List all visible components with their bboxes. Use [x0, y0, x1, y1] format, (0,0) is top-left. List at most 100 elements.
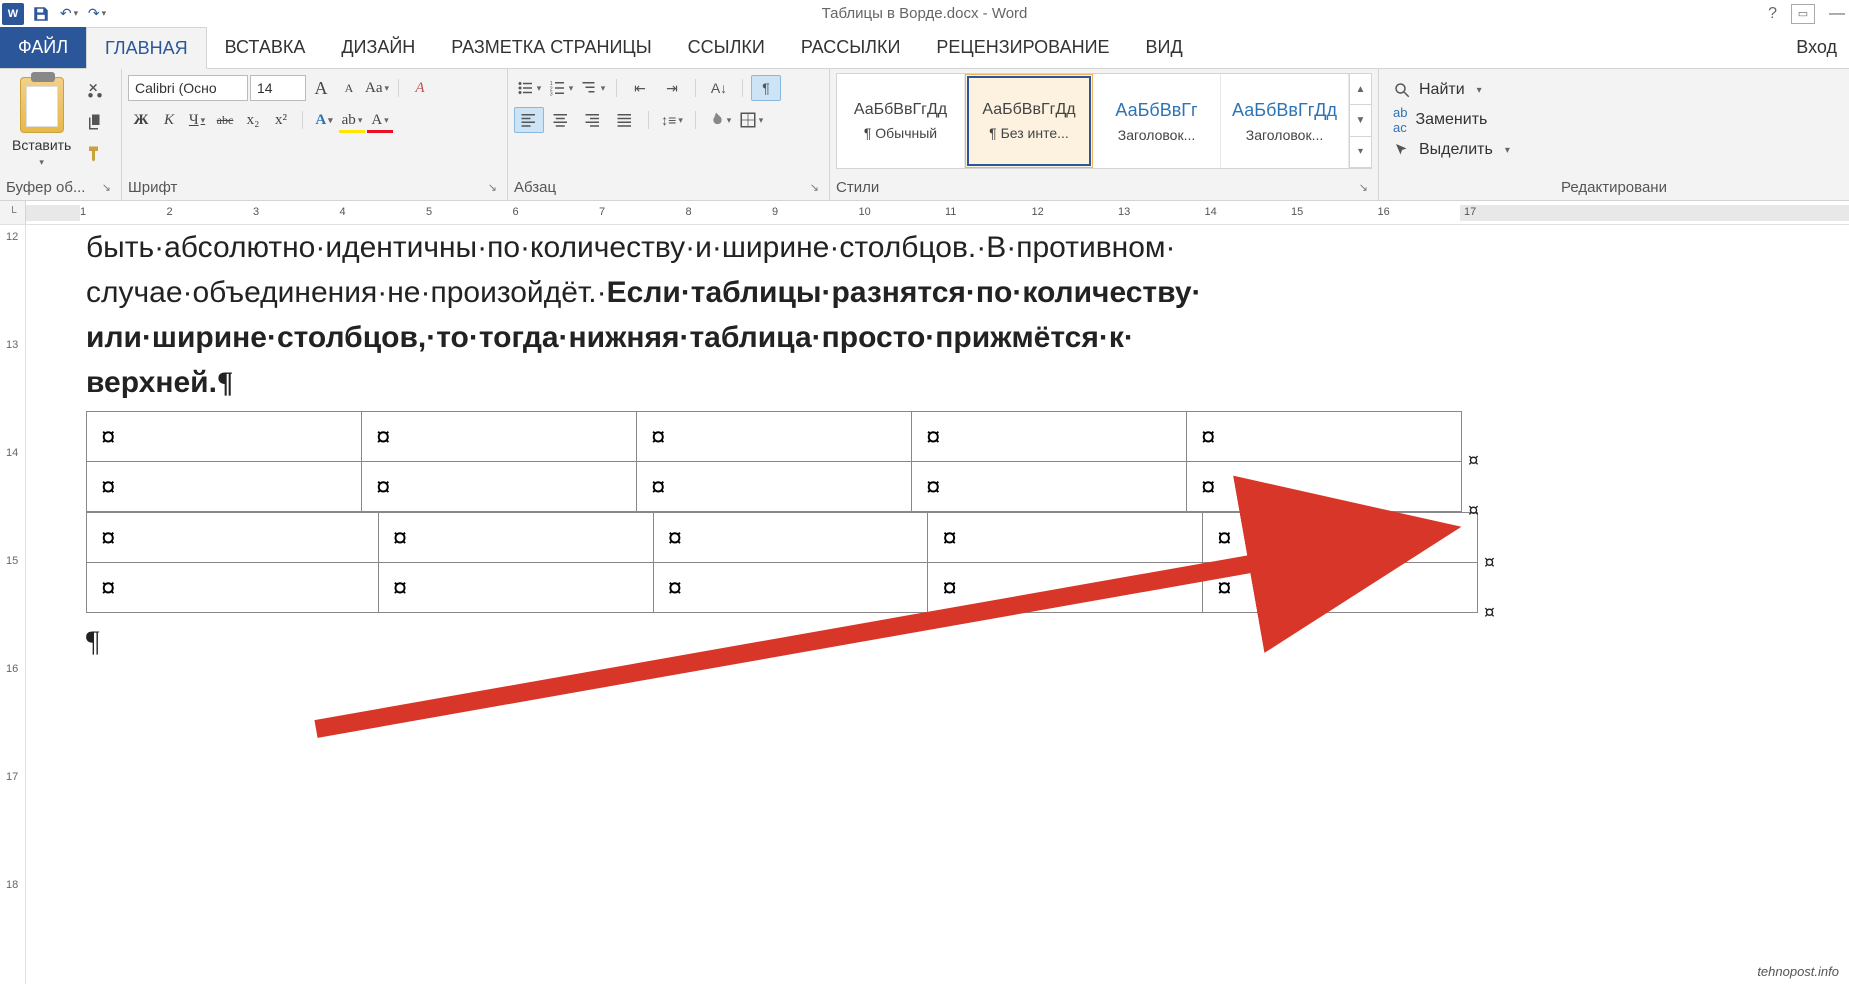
- save-icon[interactable]: [30, 3, 52, 25]
- table-cell[interactable]: ¤: [1187, 412, 1462, 462]
- sign-in-link[interactable]: Вход: [1784, 27, 1849, 68]
- replace-button[interactable]: abac Заменить: [1385, 105, 1495, 135]
- indent-increase-button[interactable]: ⇥: [657, 75, 687, 101]
- text-line[interactable]: верхней.¶: [86, 360, 1829, 405]
- font-size-input[interactable]: [250, 75, 306, 101]
- clipboard-launcher[interactable]: ↘: [98, 181, 115, 194]
- italic-button[interactable]: К: [156, 107, 182, 133]
- tab-mailings[interactable]: РАССЫЛКИ: [783, 27, 919, 68]
- select-button[interactable]: Выделить▾: [1385, 135, 1518, 165]
- tab-page-layout[interactable]: РАЗМЕТКА СТРАНИЦЫ: [433, 27, 669, 68]
- vertical-ruler[interactable]: 12131415161718: [0, 225, 26, 984]
- format-painter-button[interactable]: [81, 141, 109, 167]
- table-cell[interactable]: ¤: [653, 513, 928, 563]
- table-cell[interactable]: ¤: [378, 563, 653, 613]
- bullets-button[interactable]: [514, 75, 544, 101]
- styles-expand[interactable]: ▾: [1349, 137, 1371, 168]
- table-cell[interactable]: ¤: [87, 462, 362, 512]
- horizontal-ruler[interactable]: └ 1234567891011121314151617: [0, 201, 1849, 225]
- align-center-button[interactable]: [546, 107, 576, 133]
- find-button[interactable]: Найти▾: [1385, 75, 1490, 105]
- strike-button[interactable]: abc: [212, 107, 238, 133]
- table-cell[interactable]: ¤: [637, 412, 912, 462]
- tab-review[interactable]: РЕЦЕНЗИРОВАНИЕ: [918, 27, 1127, 68]
- style-heading1[interactable]: АаБбВвГг Заголовок...: [1093, 74, 1221, 168]
- table-row[interactable]: ¤ ¤ ¤ ¤ ¤: [87, 412, 1462, 462]
- indent-decrease-button[interactable]: ⇤: [625, 75, 655, 101]
- show-marks-button[interactable]: ¶: [751, 75, 781, 101]
- document-content[interactable]: быть·абсолютно·идентичны·по·количеству·и…: [86, 225, 1829, 664]
- style-no-spacing[interactable]: АаБбВвГгДд ¶ Без инте...: [965, 74, 1093, 168]
- shrink-font-button[interactable]: A: [336, 75, 362, 101]
- table-cell[interactable]: ¤: [928, 563, 1203, 613]
- tab-references[interactable]: ССЫЛКИ: [670, 27, 783, 68]
- table-row[interactable]: ¤ ¤ ¤ ¤ ¤: [87, 563, 1478, 613]
- change-case-button[interactable]: Aa: [364, 75, 390, 101]
- font-name-input[interactable]: [128, 75, 248, 101]
- table-cell[interactable]: ¤: [1203, 513, 1478, 563]
- shading-button[interactable]: [704, 107, 734, 133]
- table-row[interactable]: ¤ ¤ ¤ ¤ ¤: [87, 513, 1478, 563]
- bold-button[interactable]: Ж: [128, 107, 154, 133]
- align-justify-button[interactable]: [610, 107, 640, 133]
- highlight-button[interactable]: ab: [339, 107, 365, 133]
- page[interactable]: быть·абсолютно·идентичны·по·количеству·и…: [26, 225, 1849, 984]
- tab-design[interactable]: ДИЗАЙН: [323, 27, 433, 68]
- paragraph-mark[interactable]: ¶: [86, 619, 1829, 664]
- help-button[interactable]: ?: [1768, 5, 1777, 23]
- line-spacing-button[interactable]: ↕≡: [657, 107, 687, 133]
- table-cell[interactable]: ¤: [87, 563, 379, 613]
- tab-insert[interactable]: ВСТАВКА: [207, 27, 324, 68]
- table-cell[interactable]: ¤: [928, 513, 1203, 563]
- align-right-button[interactable]: [578, 107, 608, 133]
- minimize-button[interactable]: —: [1829, 5, 1845, 23]
- table-cell[interactable]: ¤: [637, 462, 912, 512]
- table-2[interactable]: ¤ ¤ ¤ ¤ ¤ ¤ ¤ ¤ ¤ ¤: [86, 512, 1478, 613]
- table-cell[interactable]: ¤: [912, 462, 1187, 512]
- copy-button[interactable]: [81, 109, 109, 135]
- paragraph-launcher[interactable]: ↘: [806, 181, 823, 194]
- tab-home[interactable]: ГЛАВНАЯ: [86, 27, 207, 69]
- tab-view[interactable]: ВИД: [1128, 27, 1201, 68]
- text-line[interactable]: быть·абсолютно·идентичны·по·количеству·и…: [86, 225, 1829, 270]
- grow-font-button[interactable]: A: [308, 75, 334, 101]
- borders-button[interactable]: [736, 107, 766, 133]
- tab-file[interactable]: ФАЙЛ: [0, 27, 86, 68]
- styles-scroll-up[interactable]: ▲: [1349, 74, 1371, 105]
- cut-button[interactable]: [81, 77, 109, 103]
- style-normal[interactable]: АаБбВвГгДд ¶ Обычный: [837, 74, 965, 168]
- styles-launcher[interactable]: ↘: [1355, 181, 1372, 194]
- table-cell[interactable]: ¤: [378, 513, 653, 563]
- ribbon-display-options[interactable]: ▭: [1791, 4, 1815, 24]
- table-cell[interactable]: ¤: [653, 563, 928, 613]
- font-color-button[interactable]: A: [367, 107, 393, 133]
- text-line[interactable]: случае·объединения·не·произойдёт.·Если·т…: [86, 270, 1829, 315]
- align-left-button[interactable]: [514, 107, 544, 133]
- undo-button[interactable]: ↶: [58, 3, 80, 25]
- table-cell[interactable]: ¤: [87, 412, 362, 462]
- underline-button[interactable]: Ч: [184, 107, 210, 133]
- redo-button[interactable]: ↷: [86, 3, 108, 25]
- superscript-button[interactable]: x²: [268, 107, 294, 133]
- table-cell[interactable]: ¤: [362, 412, 637, 462]
- table-cell[interactable]: ¤: [87, 513, 379, 563]
- clear-format-button[interactable]: A: [407, 75, 433, 101]
- styles-scroll-down[interactable]: ▼: [1349, 105, 1371, 136]
- numbering-button[interactable]: 123: [546, 75, 576, 101]
- font-launcher[interactable]: ↘: [484, 181, 501, 194]
- paste-button[interactable]: Вставить ▾: [6, 73, 77, 172]
- style-heading2[interactable]: АаБбВвГгДд Заголовок...: [1221, 74, 1349, 168]
- text-line[interactable]: или·ширине·столбцов,·то·тогда·нижняя·таб…: [86, 315, 1829, 360]
- sort-button[interactable]: A↓: [704, 75, 734, 101]
- subscript-button[interactable]: x₂: [240, 107, 266, 133]
- table-cell[interactable]: ¤: [912, 412, 1187, 462]
- ruler-tick: 13: [1118, 206, 1130, 218]
- text-effects-button[interactable]: A: [311, 107, 337, 133]
- table-cell[interactable]: ¤: [1203, 563, 1478, 613]
- ruler-corner[interactable]: └: [0, 201, 26, 225]
- multilevel-button[interactable]: [578, 75, 608, 101]
- table-cell[interactable]: ¤: [1187, 462, 1462, 512]
- table-row[interactable]: ¤ ¤ ¤ ¤ ¤: [87, 462, 1462, 512]
- table-1[interactable]: ¤ ¤ ¤ ¤ ¤ ¤ ¤ ¤ ¤ ¤: [86, 411, 1462, 512]
- table-cell[interactable]: ¤: [362, 462, 637, 512]
